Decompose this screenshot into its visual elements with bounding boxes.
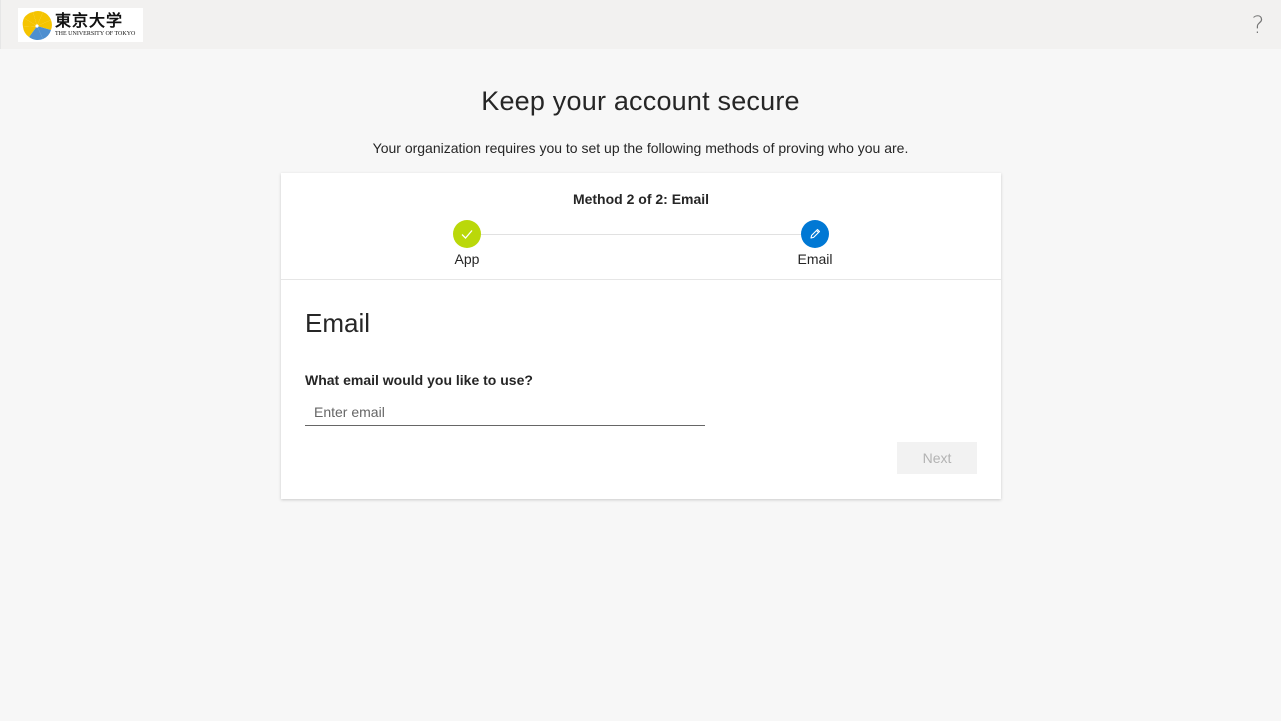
next-button[interactable]: Next bbox=[897, 442, 977, 474]
step-app-label: App bbox=[454, 251, 480, 267]
step-email-indicator bbox=[801, 220, 829, 248]
progress-line bbox=[481, 234, 801, 235]
step-email-label: Email bbox=[797, 251, 833, 267]
method-title: Method 2 of 2: Email bbox=[572, 191, 710, 207]
step-app-indicator bbox=[453, 220, 481, 248]
ginkgo-leaf-icon bbox=[22, 11, 52, 41]
logo-english: THE UNIVERSITY OF TOKYO bbox=[55, 31, 136, 37]
top-bar: 東京大学 THE UNIVERSITY OF TOKYO ? bbox=[0, 0, 1281, 49]
check-icon bbox=[461, 230, 473, 239]
email-question-label: What email would you like to use? bbox=[305, 372, 533, 388]
university-logo[interactable]: 東京大学 THE UNIVERSITY OF TOKYO bbox=[18, 8, 143, 42]
section-title: Email bbox=[305, 308, 371, 338]
logo-kanji: 東京大学 bbox=[55, 11, 124, 30]
page-title: Keep your account secure bbox=[481, 86, 800, 116]
setup-card: Method 2 of 2: Email App Email Email Wha… bbox=[281, 173, 1001, 499]
pencil-icon bbox=[810, 228, 821, 239]
wizard-header: Method 2 of 2: Email App Email bbox=[281, 173, 1001, 280]
help-icon[interactable]: ? bbox=[1247, 11, 1269, 39]
email-input[interactable] bbox=[305, 399, 705, 426]
page-subtitle: Your organization requires you to set up… bbox=[372, 140, 909, 156]
